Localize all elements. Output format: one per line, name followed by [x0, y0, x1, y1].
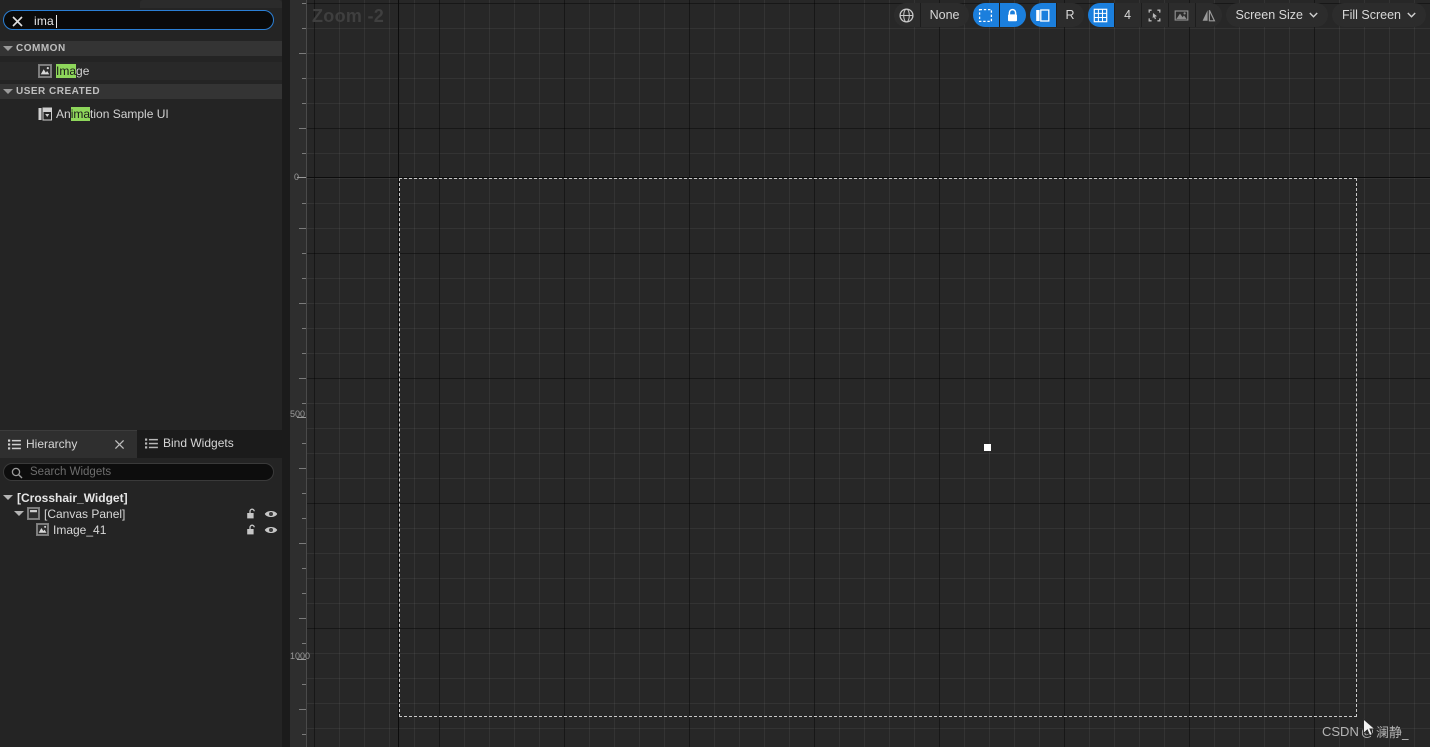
palette-category-common[interactable]: COMMON: [0, 41, 282, 56]
grid-icon: [1093, 8, 1108, 22]
canvas-panel-icon: [27, 507, 40, 520]
close-icon[interactable]: [114, 439, 125, 450]
palette-search-input[interactable]: ima: [3, 10, 274, 30]
mirror-icon: [1202, 9, 1216, 21]
zoom-level-label: Zoom -2: [312, 6, 385, 26]
tab-hierarchy[interactable]: Hierarchy: [0, 430, 137, 458]
hierarchy-panel: Hierarchy Bind Widgets Search Widgets [C…: [0, 430, 282, 747]
panel-splitter[interactable]: [282, 0, 290, 747]
hierarchy-search-input[interactable]: Search Widgets: [3, 463, 274, 481]
lock-toggle[interactable]: [999, 3, 1026, 27]
selection-outline-toggle[interactable]: [1141, 3, 1168, 27]
marquee-select-icon: [1148, 9, 1161, 21]
image-widget-icon: [36, 523, 49, 536]
reset-button[interactable]: R: [1056, 3, 1084, 27]
palette-item-label: Image: [56, 64, 90, 78]
list-icon: [145, 438, 158, 449]
layout-toggle[interactable]: [1029, 3, 1056, 27]
dashed-outline-toggle[interactable]: [972, 3, 999, 27]
palette-search-value: ima: [34, 14, 54, 28]
unlock-icon[interactable]: [246, 508, 258, 520]
localization-group: None: [893, 3, 969, 27]
grid-tools-group: 4: [1087, 3, 1222, 27]
fill-screen-label: Fill Screen: [1341, 8, 1401, 22]
tree-item-canvas-panel[interactable]: [Canvas Panel]: [0, 506, 282, 522]
tree-item-label: [Canvas Panel]: [44, 507, 126, 521]
tree-item-label: [Crosshair_Widget]: [17, 491, 128, 505]
designer-viewport[interactable]: 0 500 1000 Zoom -2 None R 4 Screen Size …: [290, 0, 1430, 747]
hierarchy-tabstrip: Hierarchy Bind Widgets: [0, 430, 282, 458]
grid-snap-toggle[interactable]: [1087, 3, 1114, 27]
outline-lock-group: [972, 3, 1026, 27]
watermark-brand: CSDN: [1322, 724, 1359, 739]
layout-reset-group: R: [1029, 3, 1084, 27]
tab-label: Hierarchy: [26, 437, 78, 451]
chevron-down-icon: [1309, 12, 1318, 18]
screen-size-dropdown[interactable]: Screen Size: [1225, 3, 1328, 27]
partial-tab-strip[interactable]: [140, 0, 282, 8]
chevron-down-icon[interactable]: [3, 495, 13, 500]
search-icon: [11, 467, 23, 479]
palette-category-label: COMMON: [16, 43, 66, 54]
eye-icon[interactable]: [264, 525, 278, 535]
lock-icon: [1008, 8, 1018, 21]
tree-item-label: Image_41: [53, 523, 107, 537]
localization-preview-button[interactable]: [893, 3, 920, 27]
ruler-label: 500: [290, 409, 306, 419]
grid-size-value[interactable]: 4: [1114, 3, 1141, 27]
design-surface-bounds[interactable]: [399, 178, 1357, 717]
ruler-vertical: 0 500 1000: [290, 0, 311, 747]
ruler-label: 0: [293, 172, 299, 182]
mirror-toggle[interactable]: [1195, 3, 1222, 27]
unlock-icon[interactable]: [246, 524, 258, 536]
palette-category-label: USER CREATED: [16, 86, 101, 97]
ruler-label: 1000: [290, 651, 311, 661]
fill-screen-dropdown[interactable]: Fill Screen: [1331, 3, 1426, 27]
tree-item-image-41[interactable]: Image_41: [0, 522, 282, 538]
palette-search-row: ima: [0, 10, 282, 32]
screen-size-label: Screen Size: [1235, 8, 1303, 22]
tree-item-crosshair-widget[interactable]: [Crosshair_Widget]: [0, 490, 282, 506]
layout-panel-icon: [1036, 8, 1050, 22]
chevron-down-icon: [3, 89, 13, 94]
palette-item-animation-sample-ui[interactable]: Animation Sample UI: [0, 105, 282, 123]
dashed-box-icon: [978, 8, 993, 22]
palette-item-image[interactable]: Image: [0, 62, 282, 80]
cursor-arrow-icon: [1363, 718, 1377, 737]
watermark-user: 澜静_: [1376, 726, 1409, 741]
umg-widget-designer: ima COMMON Image USER CREATED Animation …: [0, 0, 1430, 747]
tab-label: Bind Widgets: [163, 436, 234, 450]
chevron-down-icon[interactable]: [14, 511, 24, 516]
picture-icon: [1174, 9, 1189, 21]
viewport-toolbar: None R 4 Screen Size Fill Screen: [893, 2, 1430, 28]
chevron-down-icon: [1407, 12, 1416, 18]
image-selection-dot[interactable]: [984, 444, 991, 451]
text-caret: [56, 15, 57, 28]
hierarchy-search-placeholder: Search Widgets: [30, 466, 112, 478]
tab-bind-widgets[interactable]: Bind Widgets: [137, 430, 282, 458]
palette-item-label: Animation Sample UI: [56, 107, 169, 121]
image-preview-toggle[interactable]: [1168, 3, 1195, 27]
globe-icon: [899, 7, 914, 23]
chevron-down-icon: [3, 46, 13, 51]
palette-category-user-created[interactable]: USER CREATED: [0, 84, 282, 99]
localization-value[interactable]: None: [920, 3, 969, 27]
user-widget-icon: [38, 107, 52, 121]
image-widget-icon: [38, 64, 52, 78]
x-icon[interactable]: [11, 15, 24, 28]
eye-icon[interactable]: [264, 509, 278, 519]
left-panel-column: ima COMMON Image USER CREATED Animation …: [0, 0, 283, 747]
list-icon: [8, 439, 21, 450]
